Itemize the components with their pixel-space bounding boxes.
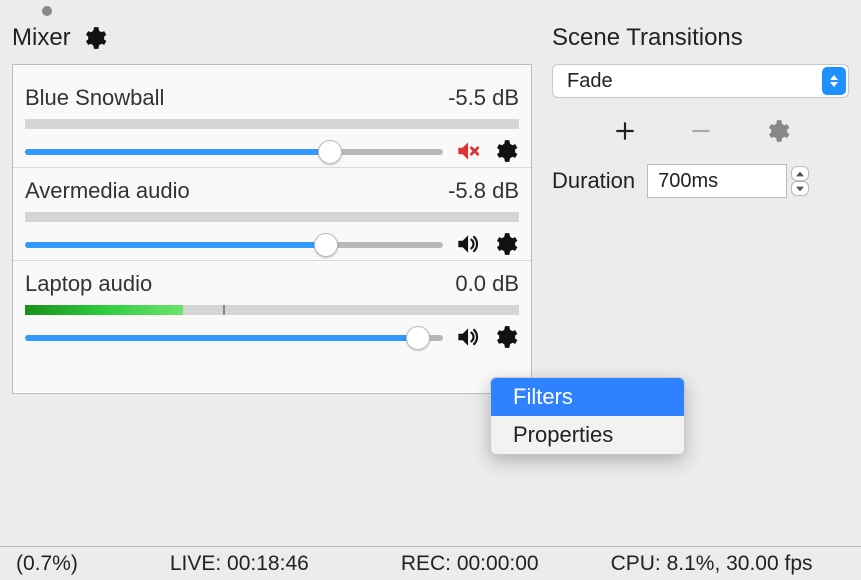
gear-icon xyxy=(492,138,518,164)
chevron-up-icon xyxy=(796,171,804,177)
channel-name: Laptop audio xyxy=(25,271,152,297)
speaker-icon xyxy=(454,231,480,257)
status-dropped-frames: (0.7%) xyxy=(0,552,94,576)
channel-level-meter xyxy=(25,119,519,129)
transition-settings-button[interactable] xyxy=(762,116,792,146)
add-transition-button[interactable] xyxy=(610,116,640,146)
channel-level-meter xyxy=(25,305,519,315)
remove-transition-button[interactable] xyxy=(686,116,716,146)
duration-value: 700ms xyxy=(658,170,718,193)
volume-slider[interactable] xyxy=(25,325,443,349)
gear-icon xyxy=(492,324,518,350)
duration-label: Duration xyxy=(552,168,635,194)
mixer-channel: Blue Snowball -5.5 dB xyxy=(13,75,531,167)
transition-selected-value: Fade xyxy=(567,70,613,93)
channel-settings[interactable] xyxy=(491,323,519,351)
channel-settings[interactable] xyxy=(491,230,519,258)
channel-name: Avermedia audio xyxy=(25,178,190,204)
minus-icon xyxy=(688,118,714,144)
volume-slider[interactable] xyxy=(25,139,443,163)
plus-icon xyxy=(612,118,638,144)
transition-select[interactable]: Fade xyxy=(552,64,849,98)
window-unfocused-dot xyxy=(42,6,52,16)
status-cpu-fps: CPU: 8.1%, 30.00 fps xyxy=(595,552,829,576)
speaker-muted-icon xyxy=(454,138,480,164)
channel-level-meter xyxy=(25,212,519,222)
channel-name: Blue Snowball xyxy=(25,85,164,111)
mute-toggle[interactable] xyxy=(453,230,481,258)
channel-settings[interactable] xyxy=(491,137,519,165)
mixer-channel: Laptop audio 0.0 dB xyxy=(13,260,531,353)
duration-step-down[interactable] xyxy=(791,181,809,196)
channel-db: -5.5 dB xyxy=(448,85,519,111)
context-menu-item-properties[interactable]: Properties xyxy=(491,416,684,454)
mixer-panel: Blue Snowball -5.5 dB xyxy=(12,64,532,394)
duration-input[interactable]: 700ms xyxy=(647,164,787,198)
mixer-channel: Avermedia audio -5.8 dB xyxy=(13,167,531,260)
status-live-time: LIVE: 00:18:46 xyxy=(154,552,325,576)
mute-toggle[interactable] xyxy=(453,323,481,351)
context-menu-item-filters[interactable]: Filters xyxy=(491,378,684,416)
volume-slider[interactable] xyxy=(25,232,443,256)
mute-toggle[interactable] xyxy=(453,137,481,165)
status-bar: (0.7%) LIVE: 00:18:46 REC: 00:00:00 CPU:… xyxy=(0,546,861,580)
transitions-title: Scene Transitions xyxy=(552,24,743,52)
mixer-settings-icon[interactable] xyxy=(81,25,107,51)
channel-db: -5.8 dB xyxy=(448,178,519,204)
mixer-title: Mixer xyxy=(12,24,71,52)
gear-icon xyxy=(492,231,518,257)
select-stepper-icon xyxy=(822,67,846,95)
chevron-down-icon xyxy=(796,186,804,192)
channel-db: 0.0 dB xyxy=(455,271,519,297)
status-rec-time: REC: 00:00:00 xyxy=(385,552,555,576)
gear-icon xyxy=(764,118,790,144)
channel-context-menu: Filters Properties xyxy=(490,377,685,455)
speaker-icon xyxy=(454,324,480,350)
duration-step-up[interactable] xyxy=(791,166,809,181)
